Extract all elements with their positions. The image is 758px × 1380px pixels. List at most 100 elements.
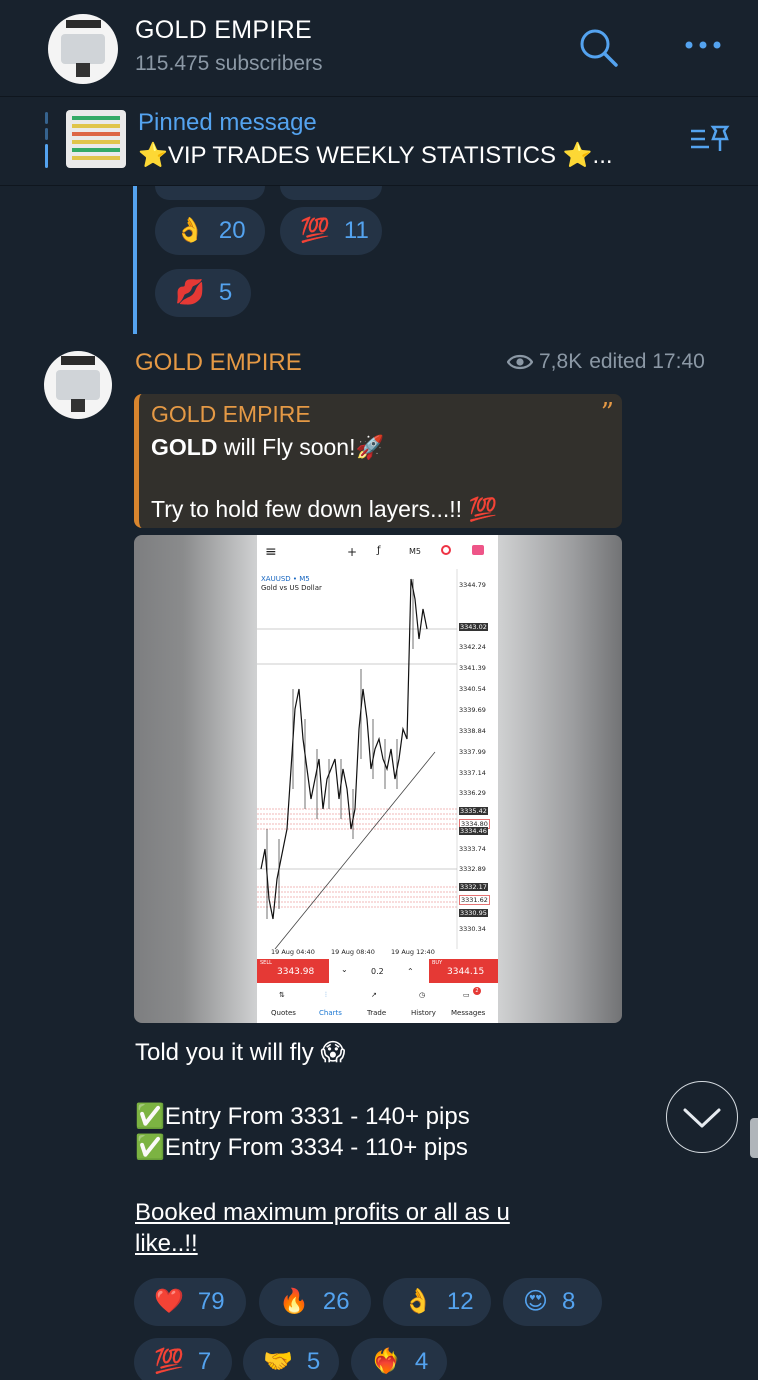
channel-avatar[interactable] xyxy=(48,14,118,84)
underlined-text-line-1[interactable]: Booked maximum profits or all as u xyxy=(135,1199,510,1227)
price-label: 3343.02 xyxy=(459,623,488,631)
price-label: 3331.62 xyxy=(459,895,490,905)
reaction-emoji: 😍 xyxy=(523,1288,549,1315)
nav-trade: Trade xyxy=(367,1009,387,1017)
nav-messages: Messages xyxy=(451,1009,486,1017)
price-label: 3334.46 xyxy=(459,827,488,835)
reaction-chip[interactable]: 😍 8 xyxy=(503,1278,602,1326)
increase-icon: ⌃ xyxy=(407,967,414,976)
reaction-chip[interactable]: 🤝 5 xyxy=(243,1338,339,1380)
reaction-emoji: 👌 xyxy=(175,217,205,244)
nav-charts: Charts xyxy=(319,1009,342,1017)
reaction-chip[interactable]: 💯 11 xyxy=(280,207,382,255)
price-label: 3339.69 xyxy=(459,706,486,714)
scroll-to-bottom-button[interactable] xyxy=(666,1081,738,1153)
reaction-emoji: ❤️‍🔥 xyxy=(371,1348,401,1375)
price-label: 3338.84 xyxy=(459,727,486,735)
time-label: 19 Aug 04:40 xyxy=(271,948,315,956)
messages-badge: 2 xyxy=(473,987,481,995)
reaction-count: 12 xyxy=(446,1288,474,1315)
price-label: 3330.95 xyxy=(459,909,488,917)
price-label: 3335.42 xyxy=(459,807,488,815)
previous-message-border xyxy=(133,186,137,334)
trade-icon: ↗ xyxy=(371,991,377,999)
reaction-emoji: 👌 xyxy=(403,1288,433,1315)
price-label: 3330.34 xyxy=(459,925,486,933)
reaction-count: 5 xyxy=(306,1348,321,1375)
lot-value: 0.2 xyxy=(371,967,384,976)
history-icon: ◷ xyxy=(419,991,426,999)
reaction-count: 11 xyxy=(343,217,369,244)
messages-icon: ▭ xyxy=(463,991,470,999)
quote-line-2: Try to hold few down layers...!! 💯 xyxy=(151,496,497,523)
pinned-message-bar[interactable]: Pinned message ⭐VIP TRADES WEEKLY STATIS… xyxy=(0,97,758,186)
sell-price: 3343.98 xyxy=(277,967,315,977)
price-label: 3337.14 xyxy=(459,769,486,777)
nav-quotes: Quotes xyxy=(271,1009,296,1017)
account-icon xyxy=(472,545,484,555)
reaction-count: 79 xyxy=(197,1288,225,1315)
reaction-chip[interactable]: 💯 7 xyxy=(134,1338,232,1380)
check-icon: ✅ xyxy=(135,1134,165,1161)
reaction-chip[interactable]: 👌 12 xyxy=(383,1278,491,1326)
message-line-told: Told you it will fly 😱 xyxy=(135,1039,346,1066)
quotes-icon: ⇅ xyxy=(279,991,285,999)
reaction-count: 5 xyxy=(218,279,233,306)
message-feed[interactable]: 👌 20 💯 11 💋 5 GOLD EMPIRE 7,8K edited 17… xyxy=(0,186,758,1380)
chevron-down-icon xyxy=(683,1108,721,1128)
reaction-chip[interactable]: 🔥 26 xyxy=(259,1278,371,1326)
pinned-title: Pinned message xyxy=(138,109,317,136)
message-author[interactable]: GOLD EMPIRE xyxy=(135,349,302,377)
reaction-count: 8 xyxy=(562,1288,576,1315)
more-dots-icon[interactable] xyxy=(680,30,726,60)
price-label: 3344.79 xyxy=(459,581,486,589)
price-label: 3341.39 xyxy=(459,664,486,672)
quote-line-1: GOLD will Fly soon!🚀 xyxy=(151,434,384,461)
reaction-chip[interactable]: ❤️‍🔥 4 xyxy=(351,1338,447,1380)
crosshair-icon: + xyxy=(347,545,358,559)
time-label: 19 Aug 08:40 xyxy=(331,948,375,956)
buy-button: BUY 3344.15 xyxy=(429,959,498,983)
underlined-text-line-2[interactable]: like..!! xyxy=(135,1230,198,1258)
price-label: 3332.89 xyxy=(459,865,486,873)
reaction-stub xyxy=(155,186,265,200)
price-label: 3336.29 xyxy=(459,789,486,797)
check-icon: ✅ xyxy=(135,1103,165,1130)
buy-price: 3344.15 xyxy=(447,967,485,977)
app-toolbar: ≡ + ƒ M5 xyxy=(257,535,498,569)
timeframe-label: M5 xyxy=(409,547,421,556)
reaction-chip[interactable]: ❤️ 79 xyxy=(134,1278,246,1326)
reaction-chip[interactable]: 💋 5 xyxy=(155,269,251,317)
subscriber-count: 115.475 subscribers xyxy=(135,52,323,75)
decrease-icon: ⌄ xyxy=(341,965,348,974)
scrollbar-thumb[interactable] xyxy=(750,1118,758,1158)
menu-icon: ≡ xyxy=(265,544,277,560)
entry-text: Entry From 3331 - 140+ pips xyxy=(164,1103,470,1130)
price-label: 3332.17 xyxy=(459,883,488,891)
views-eye-icon xyxy=(507,353,533,371)
chart-screenshot-photo[interactable]: ≡ + ƒ M5 XAUUSD • M5 Gold vs US Dollar 3… xyxy=(134,535,622,1023)
quote-line-2-text: Try to hold few down layers...!! xyxy=(151,496,469,522)
reaction-count: 26 xyxy=(322,1288,350,1315)
author-avatar[interactable] xyxy=(44,351,112,419)
channel-title[interactable]: GOLD EMPIRE xyxy=(135,16,312,45)
reaction-count: 20 xyxy=(218,217,246,244)
reaction-emoji: 🤝 xyxy=(263,1348,293,1375)
edited-time: edited 17:40 xyxy=(589,350,705,373)
reaction-chip[interactable]: 👌 20 xyxy=(155,207,265,255)
nav-history: History xyxy=(411,1009,436,1017)
price-label: 3333.74 xyxy=(459,845,486,853)
pinned-list-icon[interactable] xyxy=(688,121,732,157)
reaction-emoji: 🔥 xyxy=(279,1288,309,1315)
reaction-count: 4 xyxy=(414,1348,429,1375)
trading-app-screenshot: ≡ + ƒ M5 XAUUSD • M5 Gold vs US Dollar 3… xyxy=(257,535,498,1023)
search-icon[interactable] xyxy=(575,24,621,70)
pinned-text: ⭐VIP TRADES WEEKLY STATISTICS ⭐... xyxy=(138,142,613,169)
buy-label: BUY xyxy=(432,960,443,966)
objects-icon xyxy=(441,545,451,555)
pinned-indicator xyxy=(45,112,49,170)
quoted-message[interactable]: GOLD EMPIRE GOLD will Fly soon!🚀 Try to … xyxy=(134,394,622,528)
lot-stepper: ⌄ 0.2 ⌃ xyxy=(329,959,429,983)
view-count: 7,8K xyxy=(539,350,583,373)
reaction-emoji: ❤️ xyxy=(154,1288,184,1315)
